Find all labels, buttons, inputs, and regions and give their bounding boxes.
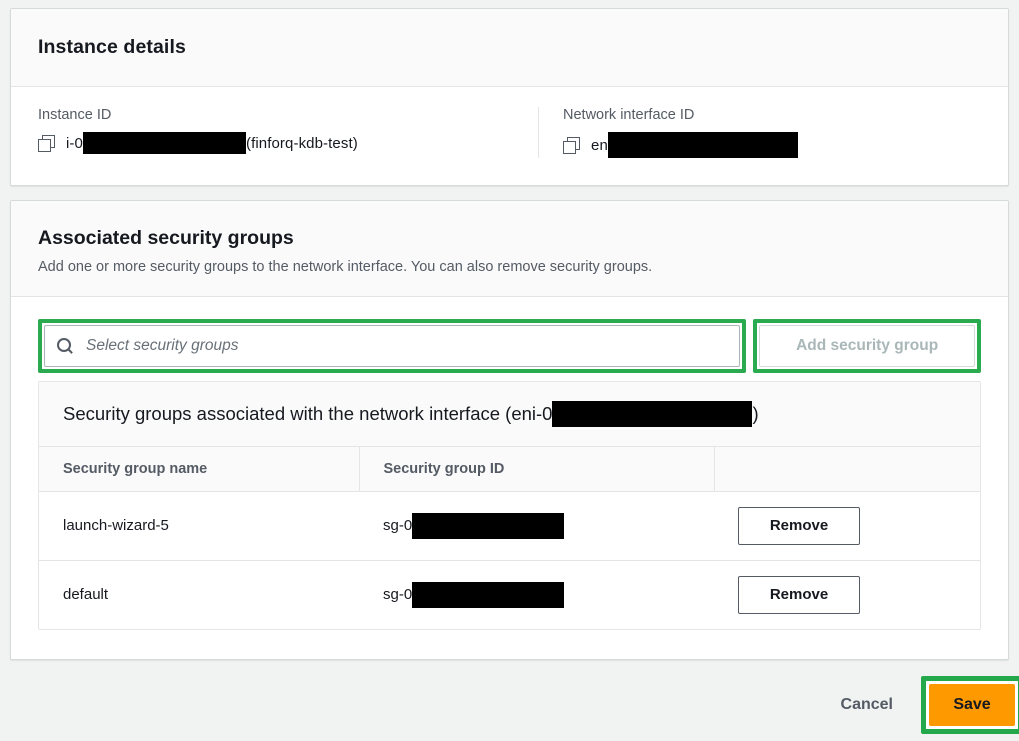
instance-id-label: Instance ID <box>38 107 112 123</box>
table-title-prefix: Security groups associated with the netw… <box>63 402 553 424</box>
column-header-security-group-name: Security group name <box>39 446 359 492</box>
security-group-name-cell: default <box>63 586 109 604</box>
search-highlight-box <box>38 318 747 373</box>
security-group-name-cell: launch-wizard-5 <box>39 491 359 561</box>
page-title: Instance details <box>38 36 186 58</box>
redaction-bar <box>82 132 246 154</box>
network-interface-id-value: en <box>563 132 954 158</box>
redaction-bar <box>412 512 565 539</box>
add-security-group-button[interactable]: Add security group <box>759 324 975 367</box>
security-group-search-box[interactable] <box>44 324 741 367</box>
form-footer: Cancel Save <box>0 669 1019 741</box>
instance-id-prefix: i-0 <box>66 134 83 152</box>
table-header-row: Security group name Security group ID <box>39 446 980 492</box>
add-security-group-highlight-box: Add security group <box>753 318 981 373</box>
instance-name-suffix: (finforq-kdb-test) <box>245 134 358 152</box>
network-interface-id-prefix: en <box>591 136 608 154</box>
security-group-id-prefix: sg-0 <box>383 516 413 534</box>
security-groups-table: Security group name Security group ID la… <box>39 446 980 629</box>
remove-security-group-button[interactable]: Remove <box>738 506 860 545</box>
associated-security-groups-card: Associated security groups Add one or mo… <box>10 200 1009 660</box>
table-title-suffix: ) <box>752 402 759 424</box>
security-group-id-prefix: sg-0 <box>383 585 413 603</box>
table-row: default sg-0 Remove <box>39 560 980 629</box>
copy-icon[interactable] <box>563 136 580 154</box>
search-icon <box>57 338 72 353</box>
save-button[interactable]: Save <box>929 684 1015 726</box>
instance-id-value: i-0 (finforq-kdb-test) <box>38 132 514 154</box>
instance-security-groups-page: Instance details Instance ID i-0 (finforq… <box>0 0 1019 741</box>
security-group-selector-row: Add security group <box>38 318 981 373</box>
network-interface-id-field: Network interface ID en <box>538 107 978 158</box>
security-group-action-cell: Remove <box>714 491 980 561</box>
security-group-id-cell: sg-0 <box>359 560 714 629</box>
instance-details-card: Instance details Instance ID i-0 (finforq… <box>10 8 1009 186</box>
instance-details-header: Instance details <box>11 9 1008 87</box>
save-highlight-box: Save <box>921 676 1019 734</box>
security-group-search-input[interactable] <box>84 335 728 356</box>
redaction-bar <box>552 400 753 427</box>
redaction-bar <box>412 581 565 608</box>
table-row: launch-wizard-5 sg-0 Remove <box>39 491 980 561</box>
remove-security-group-button[interactable]: Remove <box>738 575 860 614</box>
redaction-bar <box>607 132 798 158</box>
instance-details-body: Instance ID i-0 (finforq-kdb-test) Networ… <box>11 87 1008 158</box>
security-groups-title: Associated security groups <box>38 227 294 249</box>
instance-id-field: Instance ID i-0 (finforq-kdb-test) <box>38 107 538 158</box>
network-interface-id-label: Network interface ID <box>563 107 695 123</box>
security-groups-table-title: Security groups associated with the netw… <box>39 381 980 447</box>
security-groups-header: Associated security groups Add one or mo… <box>11 201 1008 297</box>
cancel-button[interactable]: Cancel <box>827 688 907 722</box>
column-header-actions <box>713 446 980 492</box>
security-groups-table-panel: Security groups associated with the netw… <box>38 380 981 630</box>
security-group-id-cell: sg-0 <box>359 491 714 561</box>
security-groups-body: Add security group Security groups assoc… <box>11 297 1008 630</box>
copy-icon[interactable] <box>38 134 55 152</box>
security-group-action-cell: Remove <box>714 560 980 629</box>
column-header-security-group-id: Security group ID <box>358 446 714 492</box>
security-groups-description: Add one or more security groups to the n… <box>38 259 653 275</box>
